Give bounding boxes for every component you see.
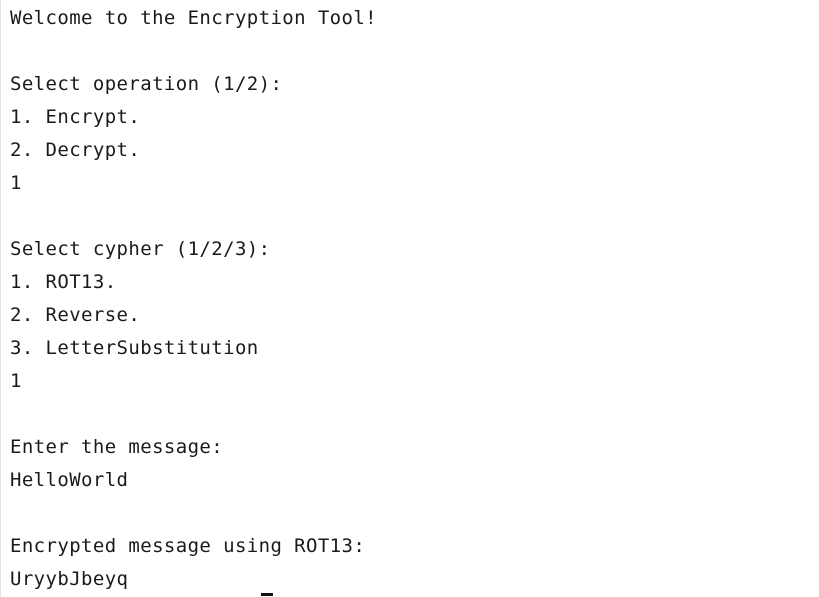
console-output[interactable]: Welcome to the Encryption Tool! Select o… (0, 0, 819, 597)
cypher-prompt: Select cypher (1/2/3): (10, 238, 271, 260)
result-label: Encrypted message using ROT13: (10, 535, 366, 557)
cypher-option-rot13: 1. ROT13. (10, 271, 117, 293)
text-cursor[interactable] (261, 593, 273, 596)
message-input: HelloWorld (10, 469, 129, 491)
operation-prompt: Select operation (1/2): (10, 73, 283, 95)
cypher-option-reverse: 2. Reverse. (10, 304, 141, 326)
cypher-input: 1 (10, 370, 22, 392)
operation-option-decrypt: 2. Decrypt. (10, 139, 141, 161)
operation-input: 1 (10, 172, 22, 194)
result-value: UryybJbeyq (10, 568, 129, 590)
message-prompt: Enter the message: (10, 436, 224, 458)
operation-option-encrypt: 1. Encrypt. (10, 106, 141, 128)
welcome-line: Welcome to the Encryption Tool! (10, 7, 378, 29)
cypher-option-letter-substitution: 3. LetterSubstitution (10, 337, 259, 359)
